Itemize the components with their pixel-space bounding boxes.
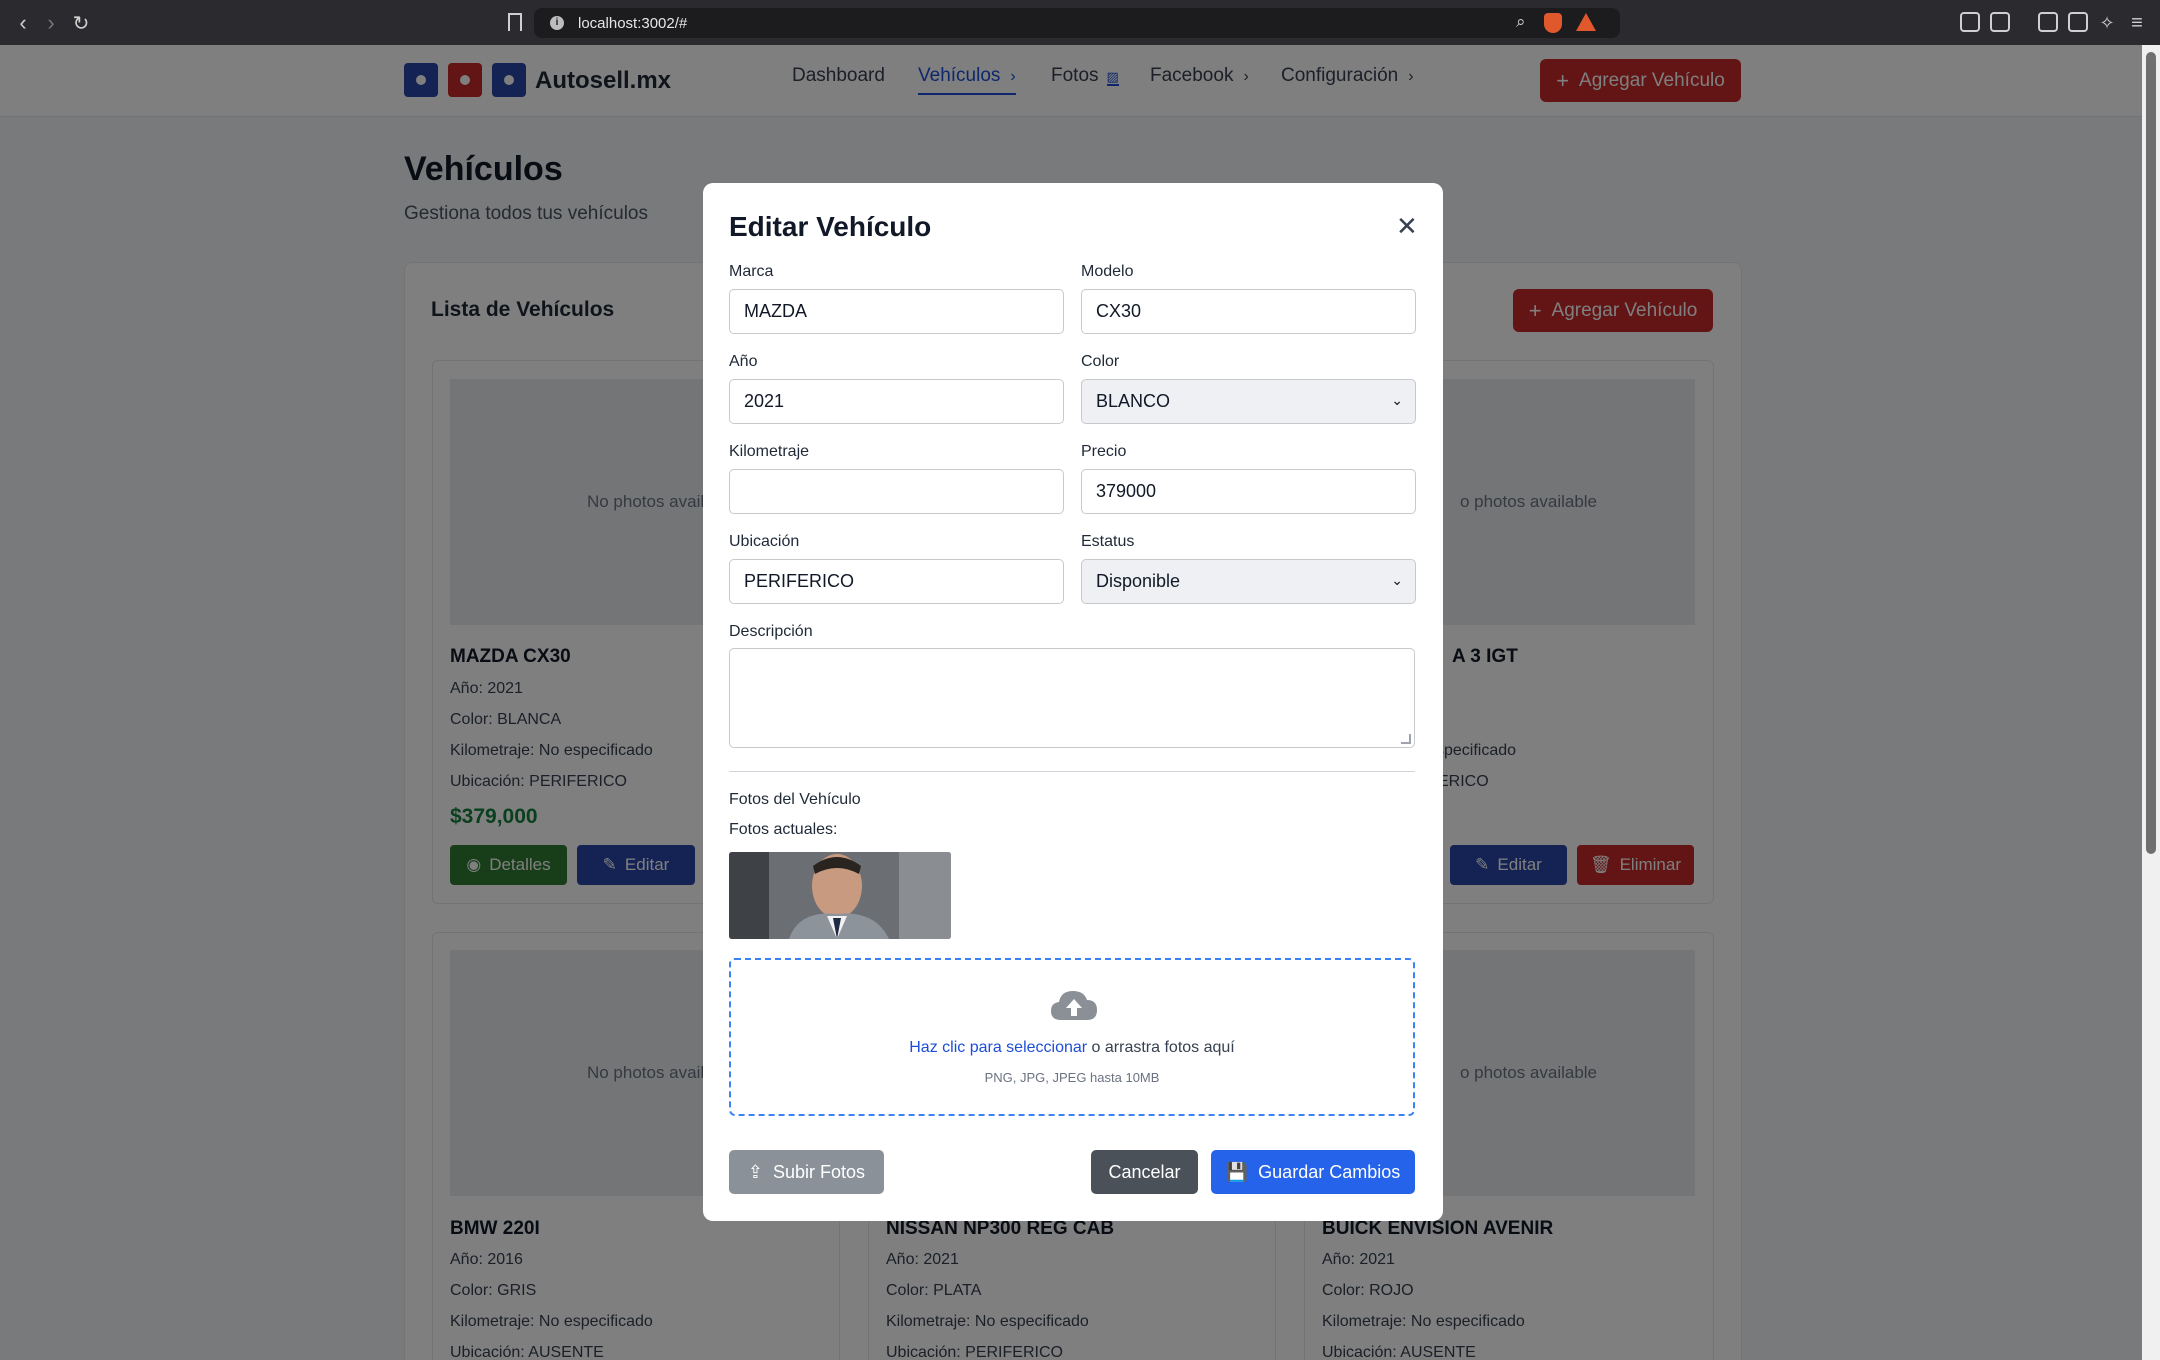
precio-label: Precio xyxy=(1081,443,1127,460)
brave-shield-icon[interactable] xyxy=(1544,13,1562,33)
extensions-icon[interactable] xyxy=(1960,12,1980,32)
estatus-select[interactable]: Disponible ⌄ xyxy=(1081,559,1416,604)
reload-icon[interactable]: ↻ xyxy=(68,10,94,36)
select-files-link[interactable]: Haz clic para seleccionar xyxy=(909,1039,1087,1056)
wallet-icon[interactable] xyxy=(2068,12,2088,32)
chevron-down-icon: ⌄ xyxy=(1391,392,1403,408)
resize-handle[interactable] xyxy=(1401,734,1411,744)
back-icon[interactable]: ‹ xyxy=(10,10,36,36)
descripcion-label: Descripción xyxy=(729,623,813,640)
kilometraje-field[interactable] xyxy=(729,469,1064,514)
zoom-icon[interactable]: ⌕ xyxy=(1516,12,1526,32)
ubicacion-field[interactable]: PERIFERICO xyxy=(729,559,1064,604)
color-select-value: BLANCO xyxy=(1096,391,1171,411)
vehicle-photo-thumbnail[interactable] xyxy=(729,852,951,939)
anio-label: Año xyxy=(729,353,758,370)
descripcion-textarea[interactable] xyxy=(729,648,1415,748)
dropzone-text: Haz clic para seleccionar o arrastra fot… xyxy=(731,1039,1413,1057)
bookmark-icon[interactable] xyxy=(508,13,522,31)
ubicacion-label: Ubicación xyxy=(729,533,800,550)
rewards-icon[interactable] xyxy=(1576,13,1596,31)
color-select[interactable]: BLANCO ⌄ xyxy=(1081,379,1416,424)
leo-ai-icon[interactable]: ✧ xyxy=(2094,10,2120,36)
upload-icon: ⇪ xyxy=(747,1161,764,1182)
save-icon: 💾 xyxy=(1225,1161,1249,1182)
dropzone-hint: PNG, JPG, JPEG hasta 10MB xyxy=(984,1070,1160,1085)
address-bar[interactable]: i localhost:3002/# ⌕ xyxy=(534,8,1620,38)
screenshot-icon[interactable] xyxy=(1990,12,2010,32)
kilometraje-label: Kilometraje xyxy=(729,443,810,460)
site-info-icon[interactable]: i xyxy=(550,16,564,30)
modelo-label: Modelo xyxy=(1081,263,1134,280)
url-text: localhost:3002/# xyxy=(578,14,688,32)
cancel-label: Cancelar xyxy=(1108,1161,1181,1182)
section-divider xyxy=(729,771,1415,772)
precio-field[interactable]: 379000 xyxy=(1081,469,1416,514)
marca-field[interactable]: MAZDA xyxy=(729,289,1064,334)
upload-photos-label: Subir Fotos xyxy=(773,1161,866,1182)
cancel-button[interactable]: Cancelar xyxy=(1091,1150,1198,1194)
forward-icon[interactable]: › xyxy=(38,10,64,36)
estatus-select-value: Disponible xyxy=(1096,571,1181,591)
modal-title: Editar Vehículo xyxy=(729,211,932,242)
browser-toolbar: ‹ › ↻ i localhost:3002/# ⌕ ✧ ≡ xyxy=(0,0,2160,45)
photos-section-title: Fotos del Vehículo xyxy=(729,791,861,808)
scrollbar-thumb[interactable] xyxy=(2146,52,2156,854)
current-photos-label: Fotos actuales: xyxy=(729,821,838,838)
color-label: Color xyxy=(1081,353,1120,370)
edit-vehicle-modal: Editar Vehículo ✕ Marca MAZDA Modelo CX3… xyxy=(703,183,1443,1221)
save-changes-button[interactable]: 💾 Guardar Cambios xyxy=(1211,1150,1415,1194)
save-changes-label: Guardar Cambios xyxy=(1258,1161,1401,1182)
upload-photos-button[interactable]: ⇪ Subir Fotos xyxy=(729,1150,884,1194)
photo-dropzone[interactable]: Haz clic para seleccionar o arrastra fot… xyxy=(729,958,1415,1116)
modelo-field[interactable]: CX30 xyxy=(1081,289,1416,334)
chevron-down-icon: ⌄ xyxy=(1391,572,1403,588)
sidebar-icon[interactable] xyxy=(2038,12,2058,32)
marca-label: Marca xyxy=(729,263,774,280)
dropzone-rest-text: o arrastra fotos aquí xyxy=(1087,1039,1235,1056)
estatus-label: Estatus xyxy=(1081,533,1135,550)
menu-icon[interactable]: ≡ xyxy=(2124,10,2150,36)
close-icon[interactable]: ✕ xyxy=(1396,213,1418,239)
cloud-upload-icon xyxy=(1051,991,1097,1020)
anio-field[interactable]: 2021 xyxy=(729,379,1064,424)
